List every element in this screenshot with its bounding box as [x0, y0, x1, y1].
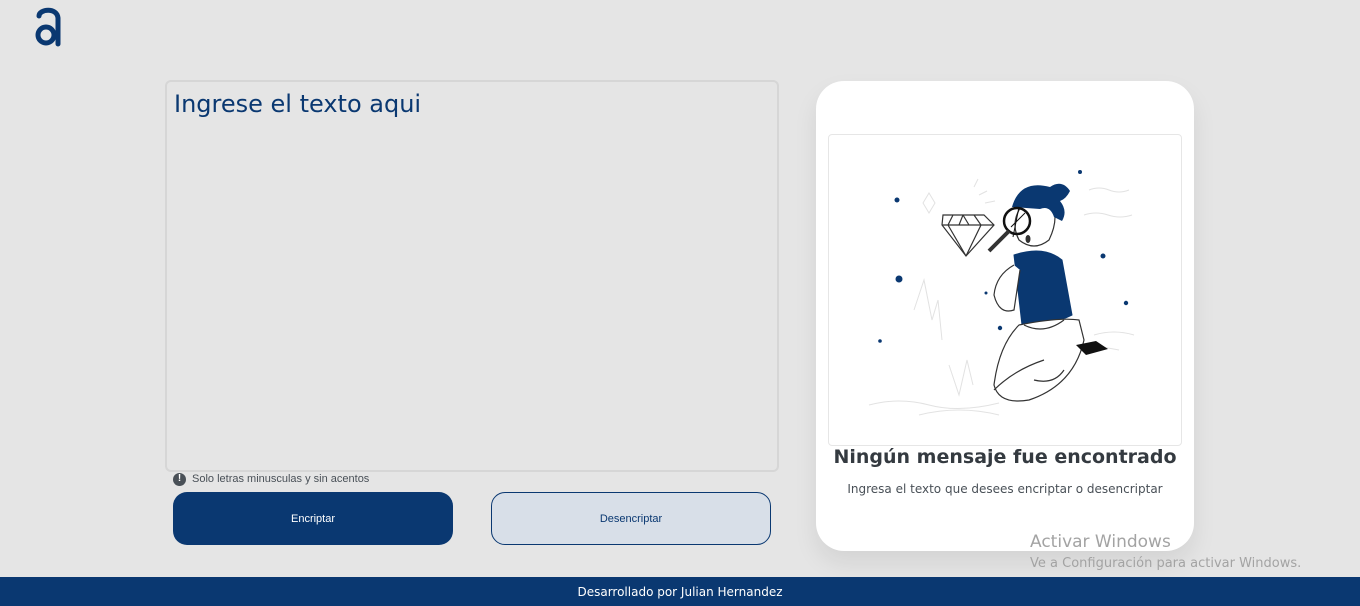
output-card: Ningún mensaje fue encontrado Ingresa el…: [816, 81, 1194, 551]
output-description: Ingresa el texto que desees encriptar o …: [847, 482, 1163, 496]
decrypt-button[interactable]: Desencriptar: [491, 492, 771, 545]
footer-credit: Desarrollado por Julian Hernandez: [577, 584, 783, 599]
encrypt-button[interactable]: Encriptar: [173, 492, 453, 545]
watermark-subtitle: Ve a Configuración para activar Windows.: [1030, 556, 1302, 571]
watermark-title: Activar Windows: [1030, 532, 1171, 552]
person-magnifier-illustration: [868, 170, 1135, 416]
output-title: Ningún mensaje fue encontrado: [833, 446, 1177, 468]
exclamation-circle-icon: !: [173, 472, 186, 486]
footer: Desarrollado por Julian Hernandez: [0, 577, 1360, 606]
text-input[interactable]: [165, 80, 779, 472]
search-illustration: [828, 134, 1182, 446]
hint-text: Solo letras minusculas y sin acentos: [192, 473, 370, 485]
input-hint: ! Solo letras minusculas y sin acentos: [173, 472, 369, 486]
alura-logo-icon[interactable]: [33, 6, 63, 48]
windows-activation-watermark: Activar Windows Ve a Configuración para …: [1030, 531, 1301, 573]
